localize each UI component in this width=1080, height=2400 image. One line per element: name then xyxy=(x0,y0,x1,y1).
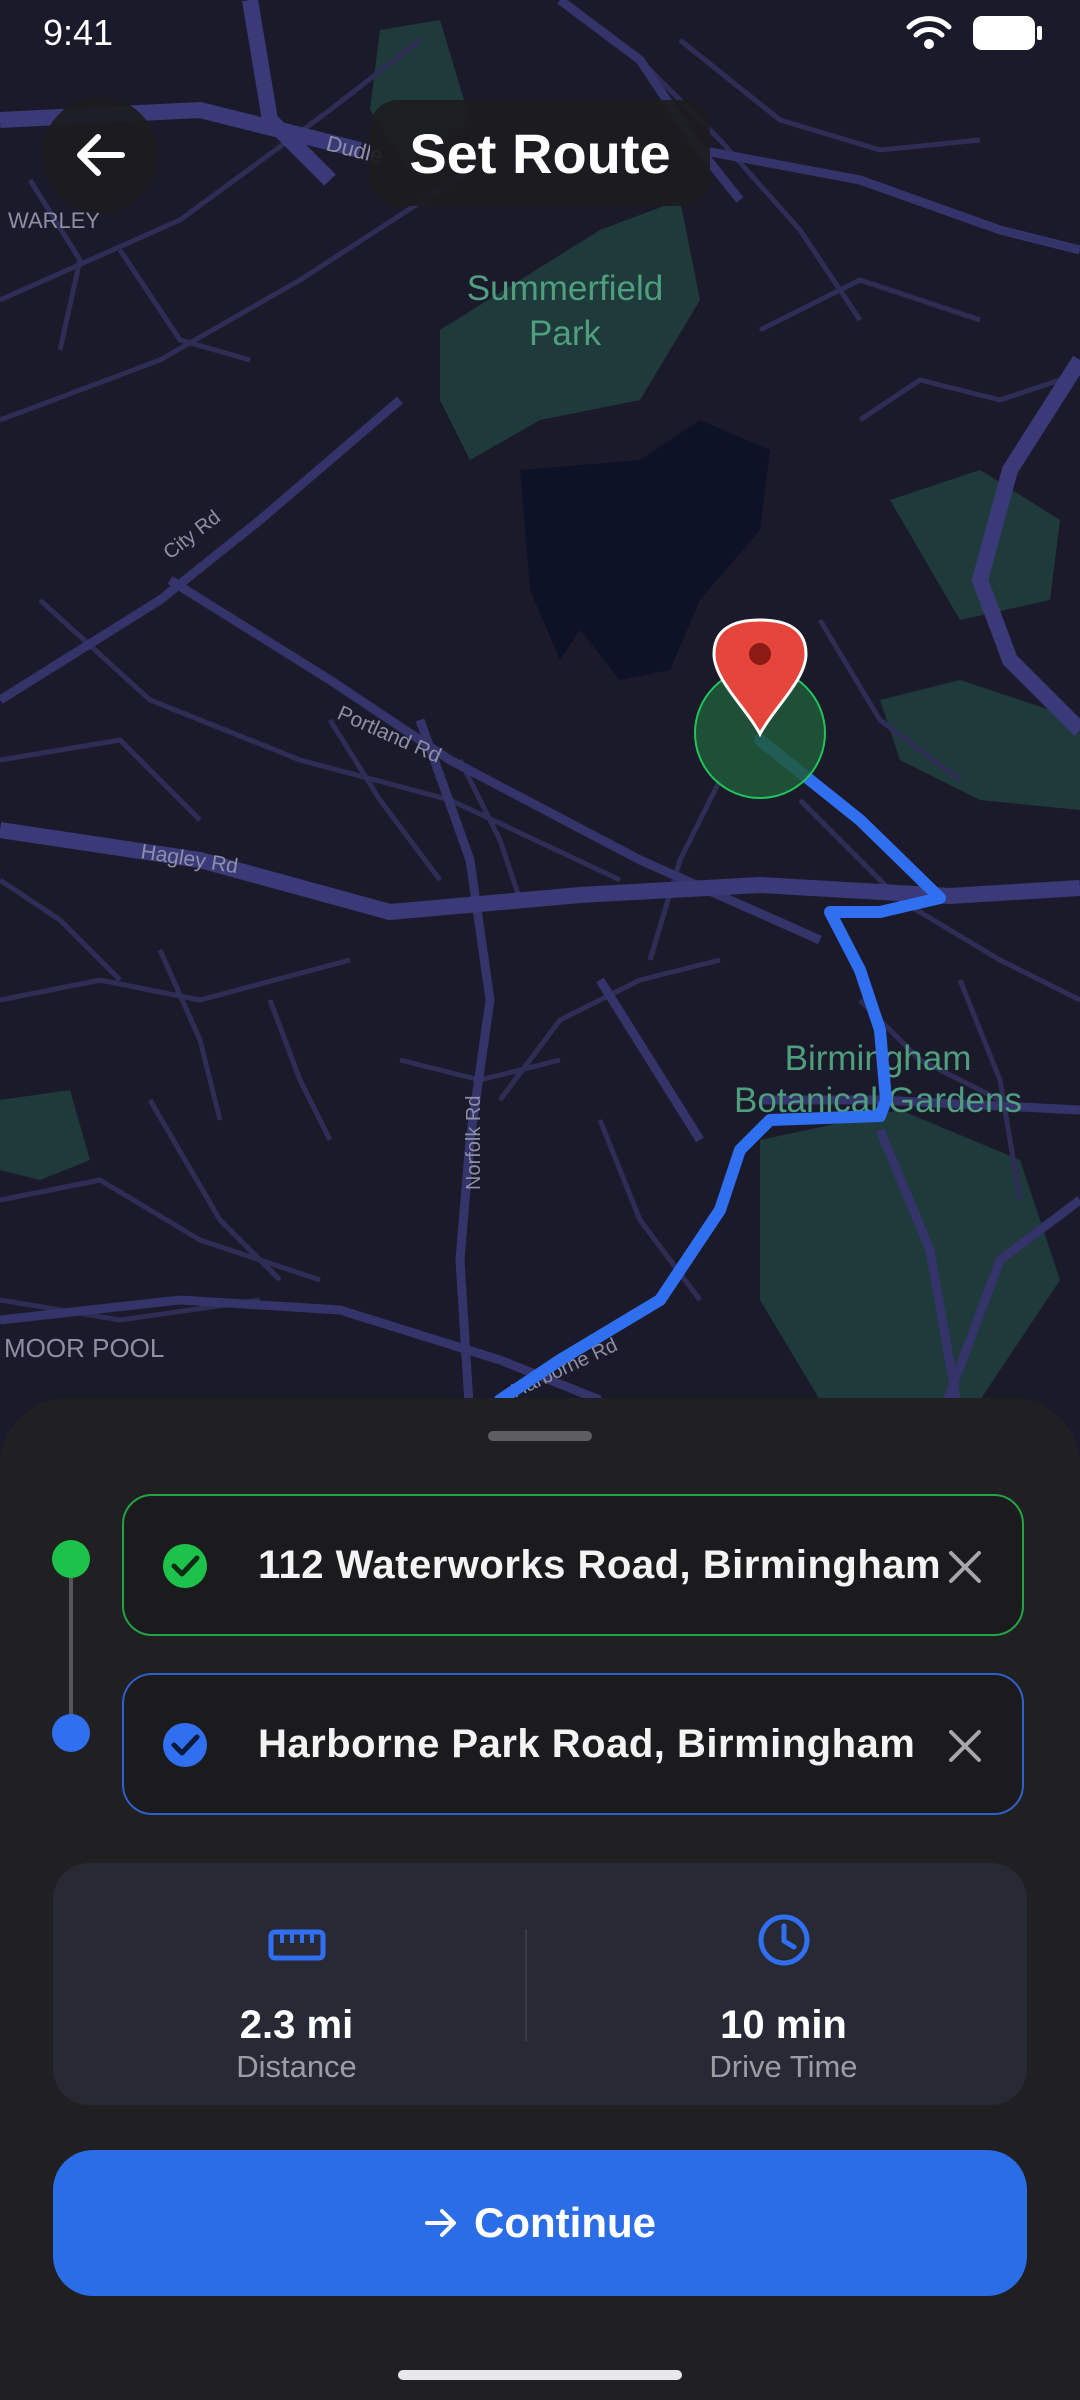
start-address-field[interactable]: 112 Waterworks Road, Birmingham xyxy=(122,1494,1024,1636)
status-time: 9:41 xyxy=(43,12,114,53)
clear-start-address-button[interactable] xyxy=(942,1544,988,1590)
map-label-warley: WARLEY xyxy=(8,208,100,233)
arrow-left-icon xyxy=(77,134,125,176)
continue-label: Continue xyxy=(474,2199,656,2246)
status-bar: 9:41 xyxy=(0,0,1080,70)
home-indicator[interactable] xyxy=(398,2370,682,2380)
map-label-moor-pool: MOOR POOL xyxy=(4,1333,164,1363)
page-title: Set Route xyxy=(409,121,671,185)
route-map[interactable]: WARLEY Dudle Summerfield Park City Rd Po… xyxy=(0,0,1080,1420)
sheet-drag-handle[interactable] xyxy=(488,1431,592,1441)
start-address-text: 112 Waterworks Road, Birmingham xyxy=(258,1542,942,1587)
back-button[interactable] xyxy=(42,97,158,213)
drive-time-value: 10 min xyxy=(720,2003,847,2047)
distance-stat: 2.3 mi Distance xyxy=(53,1863,540,2105)
check-circle-icon xyxy=(163,1723,207,1767)
clear-end-address-button[interactable] xyxy=(942,1723,988,1769)
route-bottom-sheet: 112 Waterworks Road, Birmingham Harborne… xyxy=(0,1398,1080,2400)
arrow-right-icon xyxy=(425,2209,457,2237)
drive-time-label: Drive Time xyxy=(709,2049,858,2084)
check-circle-icon xyxy=(163,1544,207,1588)
end-point-dot xyxy=(52,1714,90,1752)
clock-icon xyxy=(758,1914,809,1966)
wifi-icon xyxy=(906,16,952,49)
status-icons xyxy=(906,14,1044,52)
ruler-icon xyxy=(268,1929,325,1961)
route-timeline-line xyxy=(69,1560,73,1730)
distance-label: Distance xyxy=(236,2049,357,2084)
map-label-summerfield-park: Park xyxy=(529,314,601,353)
end-address-text: Harborne Park Road, Birmingham xyxy=(258,1721,916,1766)
stats-divider xyxy=(525,1929,527,2041)
start-point-dot xyxy=(52,1540,90,1578)
map-label-norfolk-rd: Norfolk Rd xyxy=(463,1096,485,1190)
map-label-summerfield: Summerfield xyxy=(467,269,663,308)
distance-value: 2.3 mi xyxy=(239,2003,354,2047)
route-stats-card: 2.3 mi Distance 10 min Drive Time xyxy=(53,1863,1027,2105)
continue-button[interactable]: Continue xyxy=(53,2150,1027,2296)
battery-icon xyxy=(973,16,1042,50)
end-address-field[interactable]: Harborne Park Road, Birmingham xyxy=(122,1673,1024,1815)
page-title-container: Set Route xyxy=(370,100,710,206)
drive-time-stat: 10 min Drive Time xyxy=(540,1863,1027,2105)
